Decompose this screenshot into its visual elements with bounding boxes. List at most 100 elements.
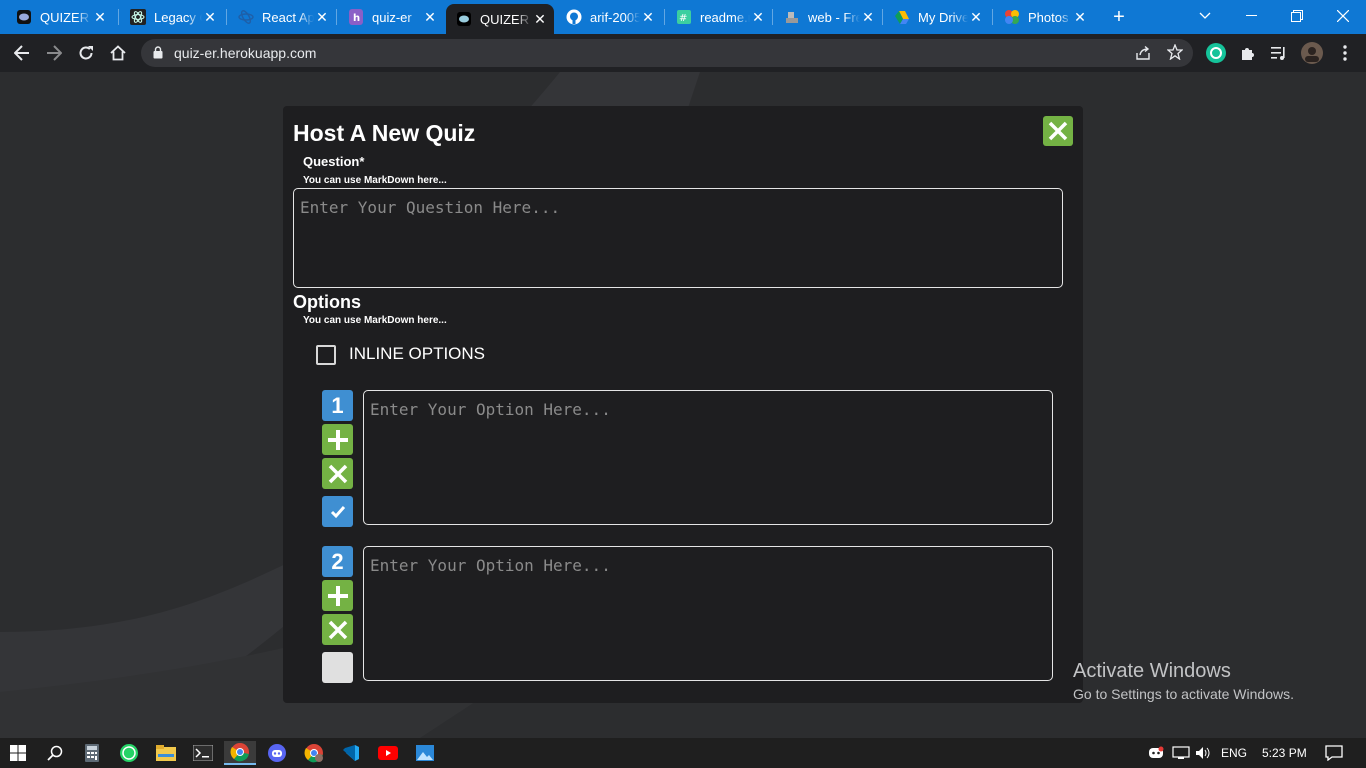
delete-option-button[interactable] <box>322 614 353 645</box>
url-text: quiz-er.herokuapp.com <box>174 45 317 61</box>
volume-icon[interactable] <box>1195 738 1211 768</box>
new-tab-button[interactable]: + <box>1108 6 1130 28</box>
web-icon <box>784 9 800 25</box>
close-icon[interactable]: ✕ <box>532 11 548 27</box>
close-icon[interactable]: ✕ <box>314 9 330 25</box>
add-option-button[interactable] <box>322 580 353 611</box>
tab-quizer-active[interactable]: QUIZER ✕ <box>446 4 554 34</box>
lock-icon[interactable] <box>153 46 163 64</box>
react-app-icon <box>238 9 254 25</box>
tab-separator <box>992 9 993 25</box>
close-icon[interactable]: ✕ <box>860 9 876 25</box>
tab-github[interactable]: arif-2005 ✕ <box>556 4 662 30</box>
tab-title: Photos <box>1028 9 1069 25</box>
tab-title: arif-2005 <box>590 9 640 25</box>
close-icon <box>328 464 347 483</box>
close-icon <box>328 620 347 639</box>
minimize-button[interactable] <box>1228 0 1274 32</box>
extensions-puzzle-icon[interactable] <box>1237 42 1259 64</box>
option-input[interactable] <box>363 390 1053 525</box>
language-indicator[interactable]: ENG <box>1221 738 1247 768</box>
watermark-subtitle: Go to Settings to activate Windows. <box>1073 686 1294 702</box>
photos-app-icon[interactable] <box>409 741 441 765</box>
modal-title: Host A New Quiz <box>293 120 476 146</box>
grammarly-icon[interactable] <box>1205 42 1227 64</box>
bookmark-star-icon[interactable] <box>1166 43 1184 65</box>
file-explorer-icon[interactable] <box>150 741 182 765</box>
back-button[interactable] <box>9 40 35 66</box>
option-number-badge: 2 <box>322 546 353 577</box>
chrome-profile-icon[interactable] <box>298 741 330 765</box>
host-quiz-modal: Host A New Quiz Question* You can use Ma… <box>283 106 1083 703</box>
tab-quiz-er[interactable]: h quiz-er ✕ <box>338 4 444 30</box>
tab-title: React App <box>262 9 314 25</box>
address-bar[interactable]: quiz-er.herokuapp.com <box>141 39 1193 67</box>
tab-title: quiz-er <box>372 9 412 25</box>
discord-icon[interactable] <box>261 741 293 765</box>
google-photos-icon <box>1004 9 1020 25</box>
clock-time[interactable]: 5:23 PM <box>1262 738 1307 768</box>
windows-start-icon[interactable] <box>2 741 34 765</box>
github-icon <box>566 9 582 25</box>
tab-search-chevron-icon[interactable] <box>1182 0 1228 32</box>
tab-separator <box>226 9 227 25</box>
tab-photos[interactable]: Photos ✕ <box>994 4 1094 30</box>
tab-web[interactable]: web - Free ✕ <box>774 4 882 30</box>
vscode-icon[interactable] <box>335 741 367 765</box>
close-icon[interactable]: ✕ <box>640 9 656 25</box>
close-icon[interactable]: ✕ <box>202 9 218 25</box>
tab-separator <box>882 9 883 25</box>
question-markdown-hint: You can use MarkDown here... <box>303 175 447 186</box>
option-input[interactable] <box>363 546 1053 681</box>
tab-separator <box>118 9 119 25</box>
svg-text:h: h <box>353 13 360 24</box>
inline-options-checkbox[interactable] <box>316 345 336 365</box>
tab-title: QUIZER <box>480 11 530 27</box>
question-input[interactable] <box>293 188 1063 288</box>
mark-correct-checkbox[interactable] <box>322 652 353 683</box>
tab-my-drive[interactable]: My Drive ✕ <box>884 4 990 30</box>
chrome-taskbar-icon[interactable] <box>224 741 256 765</box>
google-drive-icon <box>894 9 910 25</box>
calculator-icon[interactable] <box>76 741 108 765</box>
network-icon[interactable] <box>1172 738 1190 768</box>
quizer-logo-icon <box>16 9 32 25</box>
svg-text:#: # <box>679 13 687 24</box>
close-modal-button[interactable] <box>1043 116 1073 146</box>
quizer-logo-icon <box>456 11 472 27</box>
tab-legacy-context[interactable]: Legacy Context ✕ <box>120 4 224 30</box>
checkmark-icon <box>330 505 345 518</box>
youtube-icon[interactable] <box>372 741 404 765</box>
delete-option-button[interactable] <box>322 458 353 489</box>
discord-tray-icon[interactable] <box>1148 738 1164 768</box>
restore-button[interactable] <box>1274 0 1320 32</box>
add-option-button[interactable] <box>322 424 353 455</box>
tab-readme[interactable]: # readme.md ✕ <box>666 4 772 30</box>
close-window-button[interactable] <box>1320 0 1366 32</box>
media-controls-icon[interactable] <box>1268 42 1290 64</box>
notification-center-icon[interactable] <box>1325 738 1343 768</box>
tab-quizer[interactable]: QUIZER ✕ <box>6 4 114 30</box>
close-icon[interactable]: ✕ <box>1072 9 1088 25</box>
page-content: Host A New Quiz Question* You can use Ma… <box>0 72 1366 738</box>
close-icon[interactable]: ✕ <box>750 9 766 25</box>
tab-title: web - Free <box>808 9 860 25</box>
profile-avatar[interactable] <box>1301 42 1323 64</box>
more-menu-icon[interactable] <box>1334 42 1356 64</box>
search-icon[interactable] <box>39 741 71 765</box>
close-icon[interactable]: ✕ <box>968 9 984 25</box>
reload-button[interactable] <box>73 40 99 66</box>
whatsapp-icon[interactable] <box>113 741 145 765</box>
mark-correct-checkbox[interactable] <box>322 496 353 527</box>
home-button[interactable] <box>105 40 131 66</box>
tab-title: Legacy Context <box>154 9 202 25</box>
activate-windows-watermark: Activate Windows Go to Settings to activ… <box>1073 660 1294 702</box>
share-icon[interactable] <box>1135 45 1151 66</box>
question-label: Question* <box>303 154 365 169</box>
terminal-icon[interactable] <box>187 741 219 765</box>
close-icon[interactable]: ✕ <box>92 9 108 25</box>
tab-react-app[interactable]: React App ✕ <box>228 4 336 30</box>
forward-button[interactable] <box>41 40 67 66</box>
close-icon[interactable]: ✕ <box>422 9 438 25</box>
inline-options-label[interactable]: INLINE OPTIONS <box>349 344 485 364</box>
